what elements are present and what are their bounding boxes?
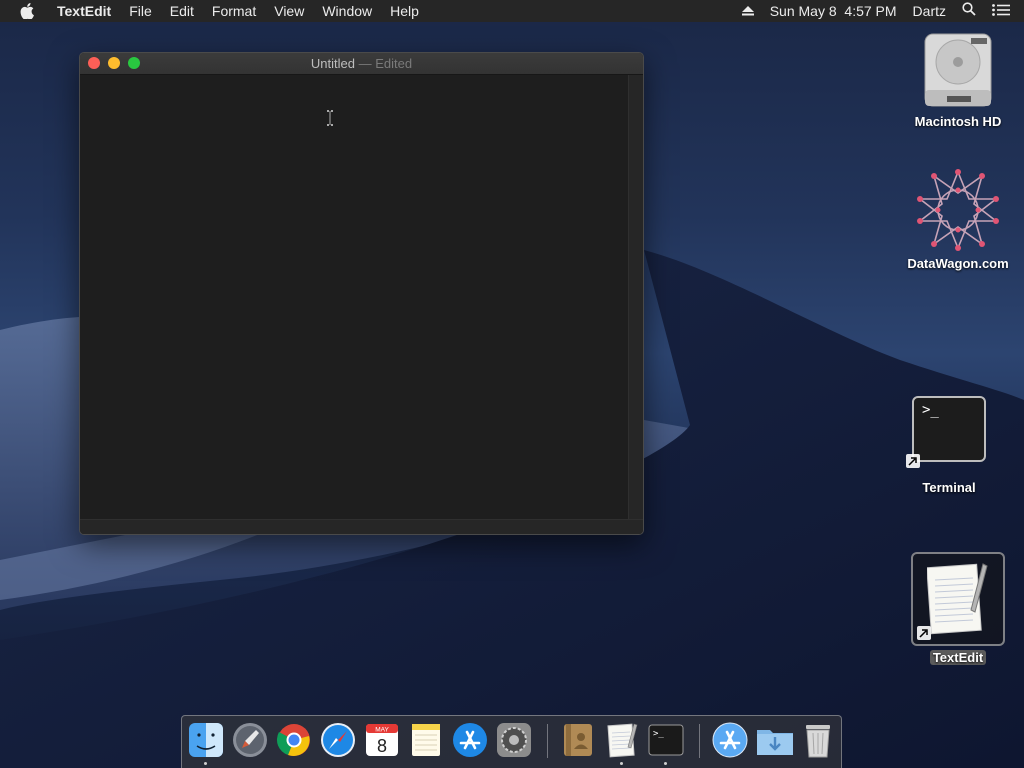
dock-textedit[interactable] [604, 722, 640, 758]
vertical-scrollbar[interactable] [628, 75, 643, 521]
menu-file[interactable]: File [120, 0, 161, 22]
downloads-folder-icon [757, 730, 793, 755]
desktop-icon-textedit[interactable]: TextEdit [910, 552, 1006, 665]
calendar-day: 8 [377, 736, 387, 756]
eject-icon[interactable] [734, 0, 762, 22]
spotlight-search-icon[interactable] [954, 0, 984, 22]
horizontal-scrollbar[interactable] [80, 519, 643, 534]
terminal-prompt-glyph: >_ [922, 402, 939, 418]
alias-arrow-icon [917, 626, 931, 640]
chrome-icon [276, 724, 310, 756]
running-indicator [664, 762, 667, 765]
notes-icon [412, 724, 440, 756]
minimize-window-button[interactable] [108, 57, 120, 69]
desktop-icon-datawagon[interactable]: DataWagon.com [902, 168, 1014, 271]
window-titlebar[interactable]: Untitled — Edited [80, 53, 643, 75]
running-indicator [620, 762, 623, 765]
window-title-separator: — [358, 56, 372, 71]
document-text-area[interactable] [80, 75, 629, 521]
running-indicator [204, 762, 207, 765]
desktop-icon-macintosh-hd[interactable]: Macintosh HD [906, 32, 1010, 129]
safari-icon [321, 723, 355, 757]
menu-clock[interactable]: Sun May 8 4:57 PM [762, 0, 905, 22]
trash-icon [806, 725, 830, 758]
dock-safari[interactable] [320, 722, 356, 758]
menu-edit[interactable]: Edit [161, 0, 203, 22]
dock-trash[interactable] [802, 722, 838, 758]
dock-contacts[interactable] [560, 722, 596, 758]
window-title-name: Untitled [310, 56, 355, 71]
menu-bar: TextEdit File Edit Format View Window He… [0, 0, 1024, 22]
menu-format[interactable]: Format [203, 0, 265, 22]
app-store-icon [453, 723, 487, 757]
dock-system-preferences[interactable] [496, 722, 532, 758]
dock: MAY 8 >_ [181, 715, 842, 768]
desktop-icon-label: Macintosh HD [914, 114, 1002, 129]
zoom-window-button[interactable] [128, 57, 140, 69]
menu-view[interactable]: View [265, 0, 313, 22]
dock-finder[interactable] [188, 722, 224, 758]
menu-window[interactable]: Window [313, 0, 381, 22]
menu-app-name[interactable]: TextEdit [48, 0, 120, 22]
system-preferences-icon [497, 723, 531, 757]
terminal-icon: >_ [648, 724, 684, 756]
desktop-icon-terminal[interactable]: >_ Terminal [899, 396, 999, 495]
ibeam-cursor-icon [326, 110, 334, 131]
calendar-month: MAY [375, 727, 389, 734]
calendar-icon: MAY 8 [366, 724, 398, 756]
dock-calendar[interactable]: MAY 8 [364, 722, 400, 758]
hard-drive-icon [924, 33, 992, 107]
textedit-alias-icon [911, 552, 1005, 646]
dock-separator [699, 724, 700, 758]
datawagon-logo-icon [917, 169, 999, 251]
window-title-status: Edited [375, 56, 413, 71]
window-title: Untitled — Edited [311, 56, 412, 71]
apple-logo-icon[interactable] [0, 3, 48, 19]
finder-icon [189, 723, 223, 757]
contacts-icon [564, 724, 592, 756]
dock-separator [547, 724, 548, 758]
dock-applications[interactable] [712, 722, 748, 758]
dock-app-store[interactable] [452, 722, 488, 758]
menu-user[interactable]: Dartz [905, 0, 954, 22]
launchpad-icon [233, 723, 267, 757]
dock-downloads[interactable] [756, 722, 793, 758]
desktop-icon-label: Terminal [922, 480, 976, 495]
close-window-button[interactable] [88, 57, 100, 69]
dock-terminal[interactable]: >_ [648, 722, 684, 758]
desktop-icon-label: TextEdit [929, 650, 987, 665]
notification-center-icon[interactable] [984, 0, 1024, 22]
applications-folder-icon [712, 722, 748, 758]
alias-arrow-icon [906, 454, 920, 468]
menu-help[interactable]: Help [381, 0, 428, 22]
textedit-window: Untitled — Edited [79, 52, 644, 535]
desktop-icon-label: DataWagon.com [907, 256, 1009, 271]
dock-chrome[interactable] [276, 722, 312, 758]
dock-launchpad[interactable] [232, 722, 268, 758]
textedit-icon [607, 723, 638, 758]
dock-notes[interactable] [408, 722, 444, 758]
terminal-prompt-glyph: >_ [653, 729, 664, 739]
terminal-alias-icon: >_ [912, 396, 986, 462]
